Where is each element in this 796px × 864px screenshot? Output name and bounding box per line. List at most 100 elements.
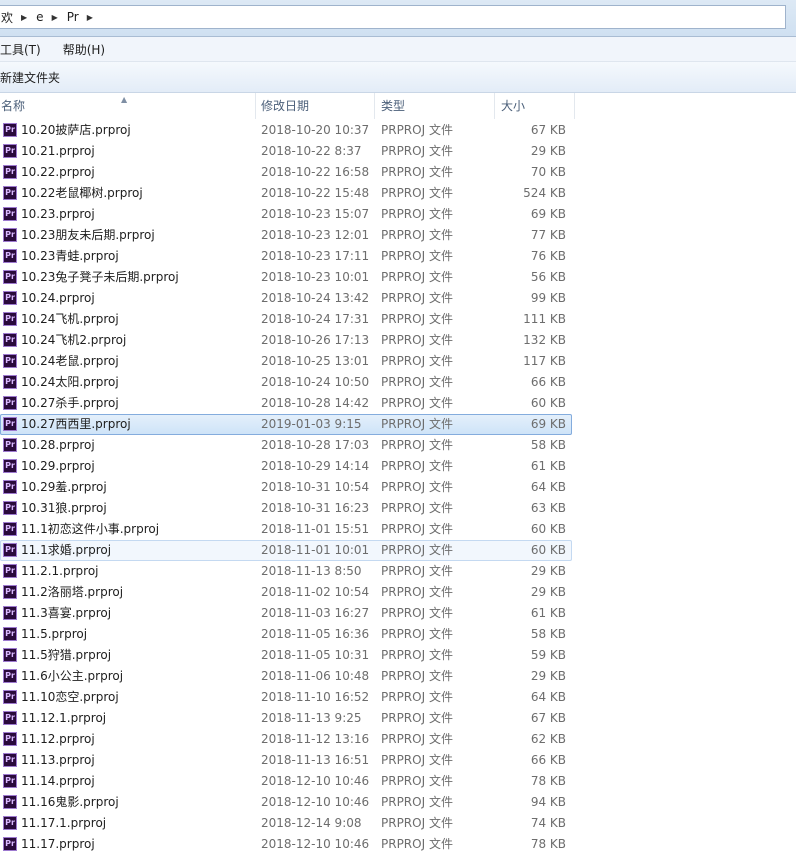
file-row[interactable]: Pr 10.24飞机2.prproj 2018-10-26 17:13 PRPROJ … xyxy=(0,330,572,351)
breadcrumb-label[interactable]: Pr xyxy=(65,10,81,24)
file-row[interactable]: Pr 10.23兔子凳子未后期.prproj 2018-10-23 10:01 PRP… xyxy=(0,267,572,288)
file-size: 62 KB xyxy=(530,732,566,746)
file-size: 66 KB xyxy=(530,375,566,389)
file-row[interactable]: Pr 10.24飞机.prproj 2018-10-24 17:31 PRPROJ 文… xyxy=(0,309,572,330)
file-row[interactable]: Pr 11.12.prproj 2018-11-12 13:16 PRPROJ 文件 6… xyxy=(0,729,572,750)
file-name: 10.24老鼠.prproj xyxy=(21,354,119,368)
new-folder-button[interactable]: 新建文件夹 xyxy=(0,69,64,86)
column-header-name[interactable]: ▲ 名称 xyxy=(0,93,256,119)
file-modified-date: 2018-10-24 10:50 xyxy=(261,375,370,389)
file-name: 11.17.prproj xyxy=(21,837,95,851)
file-name: 10.23青蛙.prproj xyxy=(21,249,119,263)
file-row[interactable]: Pr 10.29羞.prproj 2018-10-31 10:54 PRPROJ 文件… xyxy=(0,477,572,498)
file-row[interactable]: Pr 10.24太阳.prproj 2018-10-24 10:50 PRPROJ 文… xyxy=(0,372,572,393)
premiere-project-icon: Pr xyxy=(3,837,17,851)
file-row[interactable]: Pr 11.10恋空.prproj 2018-11-10 16:52 PRPROJ 文… xyxy=(0,687,572,708)
file-row[interactable]: Pr 11.1初恋这件小事.prproj 2018-11-01 15:51 PRPRO… xyxy=(0,519,572,540)
chevron-right-icon[interactable]: ▶ xyxy=(81,13,100,22)
file-type: PRPROJ 文件 xyxy=(381,165,453,179)
breadcrumb-label[interactable]: e xyxy=(34,10,45,24)
file-name: 10.29.prproj xyxy=(21,459,95,473)
file-row[interactable]: Pr 11.5狩猎.prproj 2018-11-05 10:31 PRPROJ 文件… xyxy=(0,645,572,666)
file-row[interactable]: Pr 10.21.prproj 2018-10-22 8:37 PRPROJ 文件 29… xyxy=(0,141,572,162)
file-row[interactable]: Pr 10.31狼.prproj 2018-10-31 16:23 PRPROJ 文件… xyxy=(0,498,572,519)
file-size: 60 KB xyxy=(530,543,566,557)
file-size: 111 KB xyxy=(523,312,566,326)
file-modified-date: 2018-11-05 16:36 xyxy=(261,627,370,641)
file-modified-date: 2018-10-22 16:58 xyxy=(261,165,370,179)
file-name: 11.3喜宴.prproj xyxy=(21,606,112,620)
file-name: 10.23.prproj xyxy=(21,207,95,221)
file-size: 94 KB xyxy=(530,795,566,809)
file-modified-date: 2018-10-20 10:37 xyxy=(261,123,370,137)
premiere-project-icon: Pr xyxy=(3,354,17,368)
file-size: 66 KB xyxy=(530,753,566,767)
file-row[interactable]: Pr 11.1求婚.prproj 2018-11-01 10:01 PRPROJ 文件… xyxy=(0,540,572,561)
file-row[interactable]: Pr 11.17.prproj 2018-12-10 10:46 PRPROJ 文件 7… xyxy=(0,834,572,855)
file-row[interactable]: Pr 11.12.1.prproj 2018-11-13 9:25 PRPROJ 文件… xyxy=(0,708,572,729)
file-row[interactable]: Pr 11.14.prproj 2018-12-10 10:46 PRPROJ 文件 7… xyxy=(0,771,572,792)
breadcrumb[interactable]: 欢 ▶ e ▶ Pr ▶ xyxy=(0,5,786,29)
file-name: 11.16鬼影.prproj xyxy=(21,795,119,809)
file-list: Pr 10.20披萨店.prproj 2018-10-20 10:37 PRPROJ … xyxy=(0,120,796,855)
file-name: 11.14.prproj xyxy=(21,774,95,788)
file-row[interactable]: Pr 10.27西西里.prproj 2019-01-03 9:15 PRPROJ 文… xyxy=(0,414,572,435)
file-row[interactable]: Pr 11.2洛丽塔.prproj 2018-11-02 10:54 PRPROJ 文… xyxy=(0,582,572,603)
column-header-type-label: 类型 xyxy=(381,99,406,113)
file-row[interactable]: Pr 10.23朋友未后期.prproj 2018-10-23 12:01 PRPRO… xyxy=(0,225,572,246)
file-modified-date: 2018-11-10 16:52 xyxy=(261,690,370,704)
file-row[interactable]: Pr 11.2.1.prproj 2018-11-13 8:50 PRPROJ 文件 2… xyxy=(0,561,572,582)
file-size: 69 KB xyxy=(530,207,566,221)
menu-help[interactable]: 帮助(H) xyxy=(63,41,113,58)
file-size: 29 KB xyxy=(530,144,566,158)
file-modified-date: 2018-11-13 16:51 xyxy=(261,753,370,767)
address-bar: 欢 ▶ e ▶ Pr ▶ xyxy=(0,0,796,37)
file-type: PRPROJ 文件 xyxy=(381,837,453,851)
chevron-right-icon[interactable]: ▶ xyxy=(15,13,34,22)
file-row[interactable]: Pr 10.24.prproj 2018-10-24 13:42 PRPROJ 文件 9… xyxy=(0,288,572,309)
menu-tools[interactable]: 工具(T) xyxy=(0,41,49,58)
file-row[interactable]: Pr 10.23.prproj 2018-10-23 15:07 PRPROJ 文件 6… xyxy=(0,204,572,225)
file-modified-date: 2018-12-10 10:46 xyxy=(261,837,370,851)
file-size: 69 KB xyxy=(530,417,566,431)
file-row[interactable]: Pr 10.28.prproj 2018-10-28 17:03 PRPROJ 文件 5… xyxy=(0,435,572,456)
breadcrumb-item[interactable]: e ▶ xyxy=(34,6,65,28)
file-row[interactable]: Pr 10.23青蛙.prproj 2018-10-23 17:11 PRPROJ 文… xyxy=(0,246,572,267)
premiere-project-icon: Pr xyxy=(3,480,17,494)
file-type: PRPROJ 文件 xyxy=(381,522,453,536)
file-row[interactable]: Pr 10.27杀手.prproj 2018-10-28 14:42 PRPROJ 文… xyxy=(0,393,572,414)
file-row[interactable]: Pr 10.22老鼠椰树.prproj 2018-10-22 15:48 PRPROJ… xyxy=(0,183,572,204)
file-row[interactable]: Pr 10.20披萨店.prproj 2018-10-20 10:37 PRPROJ … xyxy=(0,120,572,141)
file-modified-date: 2018-11-06 10:48 xyxy=(261,669,370,683)
breadcrumb-item[interactable]: Pr ▶ xyxy=(65,6,100,28)
file-name: 11.10恋空.prproj xyxy=(21,690,119,704)
file-size: 70 KB xyxy=(530,165,566,179)
file-row[interactable]: Pr 11.17.1.prproj 2018-12-14 9:08 PRPROJ 文件… xyxy=(0,813,572,834)
file-type: PRPROJ 文件 xyxy=(381,627,453,641)
breadcrumb-item[interactable]: 欢 ▶ xyxy=(0,6,34,28)
column-header-date-label: 修改日期 xyxy=(261,99,310,113)
file-name: 11.12.prproj xyxy=(21,732,95,746)
file-row[interactable]: Pr 10.29.prproj 2018-10-29 14:14 PRPROJ 文件 6… xyxy=(0,456,572,477)
file-row[interactable]: Pr 10.22.prproj 2018-10-22 16:58 PRPROJ 文件 7… xyxy=(0,162,572,183)
premiere-project-icon: Pr xyxy=(3,459,17,473)
chevron-right-icon[interactable]: ▶ xyxy=(46,13,65,22)
file-name: 11.1初恋这件小事.prproj xyxy=(21,522,160,536)
breadcrumb-label[interactable]: 欢 xyxy=(0,9,15,26)
column-header-type[interactable]: 类型 xyxy=(380,93,495,119)
file-size: 29 KB xyxy=(530,585,566,599)
file-name: 10.20披萨店.prproj xyxy=(21,123,131,137)
column-header-size[interactable]: 大小 xyxy=(500,93,575,119)
premiere-project-icon: Pr xyxy=(3,333,17,347)
file-type: PRPROJ 文件 xyxy=(381,606,453,620)
column-header-date[interactable]: 修改日期 xyxy=(260,93,375,119)
file-type: PRPROJ 文件 xyxy=(381,375,453,389)
file-row[interactable]: Pr 10.24老鼠.prproj 2018-10-25 13:01 PRPROJ 文… xyxy=(0,351,572,372)
file-type: PRPROJ 文件 xyxy=(381,249,453,263)
file-size: 58 KB xyxy=(530,438,566,452)
file-row[interactable]: Pr 11.6小公主.prproj 2018-11-06 10:48 PRPROJ 文… xyxy=(0,666,572,687)
file-row[interactable]: Pr 11.3喜宴.prproj 2018-11-03 16:27 PRPROJ 文件… xyxy=(0,603,572,624)
file-row[interactable]: Pr 11.5.prproj 2018-11-05 16:36 PRPROJ 文件 58… xyxy=(0,624,572,645)
file-row[interactable]: Pr 11.16鬼影.prproj 2018-12-10 10:46 PRPROJ 文… xyxy=(0,792,572,813)
file-row[interactable]: Pr 11.13.prproj 2018-11-13 16:51 PRPROJ 文件 6… xyxy=(0,750,572,771)
